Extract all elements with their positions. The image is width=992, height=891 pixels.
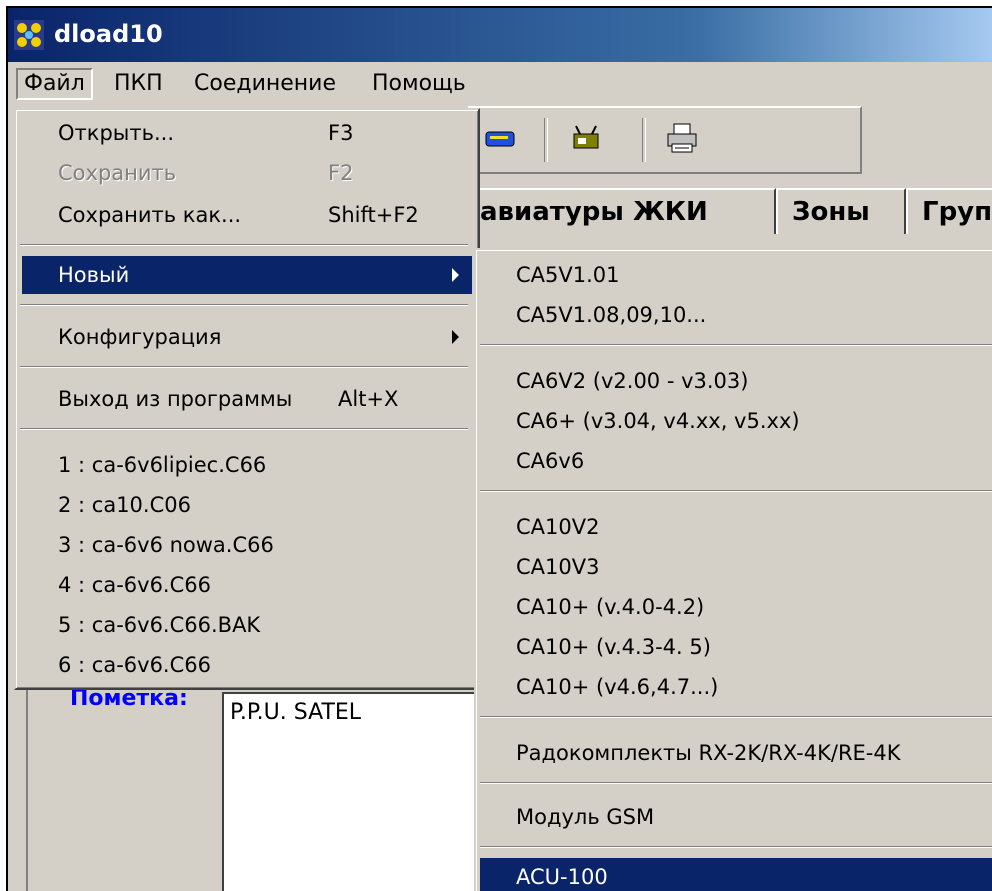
recent-file-item[interactable]: 3 : ca-6v6 nowa.C66 <box>22 526 472 564</box>
menu-item-exit[interactable]: Выход из программы Alt+X <box>22 380 472 418</box>
window-title: dload10 <box>54 20 163 48</box>
menu-separator <box>20 244 468 246</box>
menu-item-save[interactable]: Сохранить F2 <box>22 154 472 192</box>
submenu-item[interactable]: CA10V3 <box>480 548 992 586</box>
menu-connection[interactable]: Соединение <box>188 68 342 100</box>
tab-groups[interactable]: Груп <box>906 188 992 234</box>
menu-item-save-as[interactable]: Сохранить как... Shift+F2 <box>22 196 472 234</box>
left-panel <box>26 688 228 891</box>
toolbar-separator <box>642 118 646 162</box>
menu-item-new[interactable]: Новый <box>22 256 472 294</box>
note-value: P.P.U. SATEL <box>230 700 362 725</box>
menu-separator <box>480 846 992 848</box>
menu-bar: Файл ПКП Соединение Помощь <box>8 64 992 104</box>
recent-file-item[interactable]: 4 : ca-6v6.C66 <box>22 566 472 604</box>
toolbar-separator <box>544 118 548 162</box>
menu-separator <box>20 366 468 368</box>
submenu-item[interactable]: Модуль GSM <box>480 798 992 836</box>
menu-separator <box>480 782 992 784</box>
recent-file-item[interactable]: 1 : ca-6v6lipiec.C66 <box>22 446 472 484</box>
submenu-item[interactable]: CA10+ (v4.6,4.7...) <box>480 668 992 706</box>
submenu-item[interactable]: CA10+ (v.4.0-4.2) <box>480 588 992 626</box>
printer-icon[interactable] <box>666 122 700 156</box>
note-field[interactable]: P.P.U. SATEL <box>222 692 494 891</box>
toolbar <box>468 106 862 174</box>
recent-file-item[interactable]: 6 : ca-6v6.C66 <box>22 646 472 684</box>
menu-item-configuration[interactable]: Конфигурация <box>22 318 472 356</box>
menu-item-open[interactable]: Открыть... F3 <box>22 114 472 152</box>
file-menu: Открыть... F3 Сохранить F2 Сохранить как… <box>14 108 480 690</box>
tab-zones[interactable]: Зоны <box>776 188 906 234</box>
recent-file-item[interactable]: 5 : ca-6v6.C66.BAK <box>22 606 472 644</box>
menu-separator <box>480 344 992 346</box>
menu-separator <box>480 716 992 718</box>
submenu-arrow-icon <box>452 330 459 344</box>
submenu-item[interactable]: CA10+ (v.4.3-4. 5) <box>480 628 992 666</box>
menu-pkp[interactable]: ПКП <box>108 68 169 100</box>
submenu-arrow-icon <box>452 268 459 282</box>
app-icon <box>14 20 44 50</box>
submenu-item[interactable]: CA10V2 <box>480 508 992 546</box>
submenu-item-acu-100[interactable]: ACU-100 <box>480 858 992 891</box>
title-bar[interactable]: dload10 <box>8 8 992 62</box>
new-submenu: CA5V1.01 CA5V1.08,09,10... CA6V2 (v2.00 … <box>474 248 992 891</box>
app-window: dload10 Файл ПКП Соединение Помощь авиат… <box>6 6 992 891</box>
submenu-item[interactable]: CA6v6 <box>480 442 992 480</box>
device-icon[interactable] <box>570 122 604 156</box>
recent-file-item[interactable]: 2 : ca10.C06 <box>22 486 472 524</box>
menu-separator <box>20 304 468 306</box>
tab-lcd-keypads[interactable]: авиатуры ЖКИ <box>466 188 776 234</box>
submenu-item[interactable]: CA5V1.01 <box>480 256 992 294</box>
submenu-item[interactable]: CA6V2 (v2.00 - v3.03) <box>480 362 992 400</box>
menu-separator <box>20 428 468 430</box>
menu-separator <box>480 490 992 492</box>
modem-icon[interactable] <box>484 122 518 156</box>
submenu-item[interactable]: CA5V1.08,09,10... <box>480 296 992 334</box>
menu-help[interactable]: Помощь <box>366 68 472 100</box>
submenu-item[interactable]: CA6+ (v3.04, v4.xx, v5.xx) <box>480 402 992 440</box>
submenu-item[interactable]: Радокомплекты RX-2K/RX-4K/RE-4K <box>480 734 992 772</box>
menu-file[interactable]: Файл <box>16 68 93 100</box>
